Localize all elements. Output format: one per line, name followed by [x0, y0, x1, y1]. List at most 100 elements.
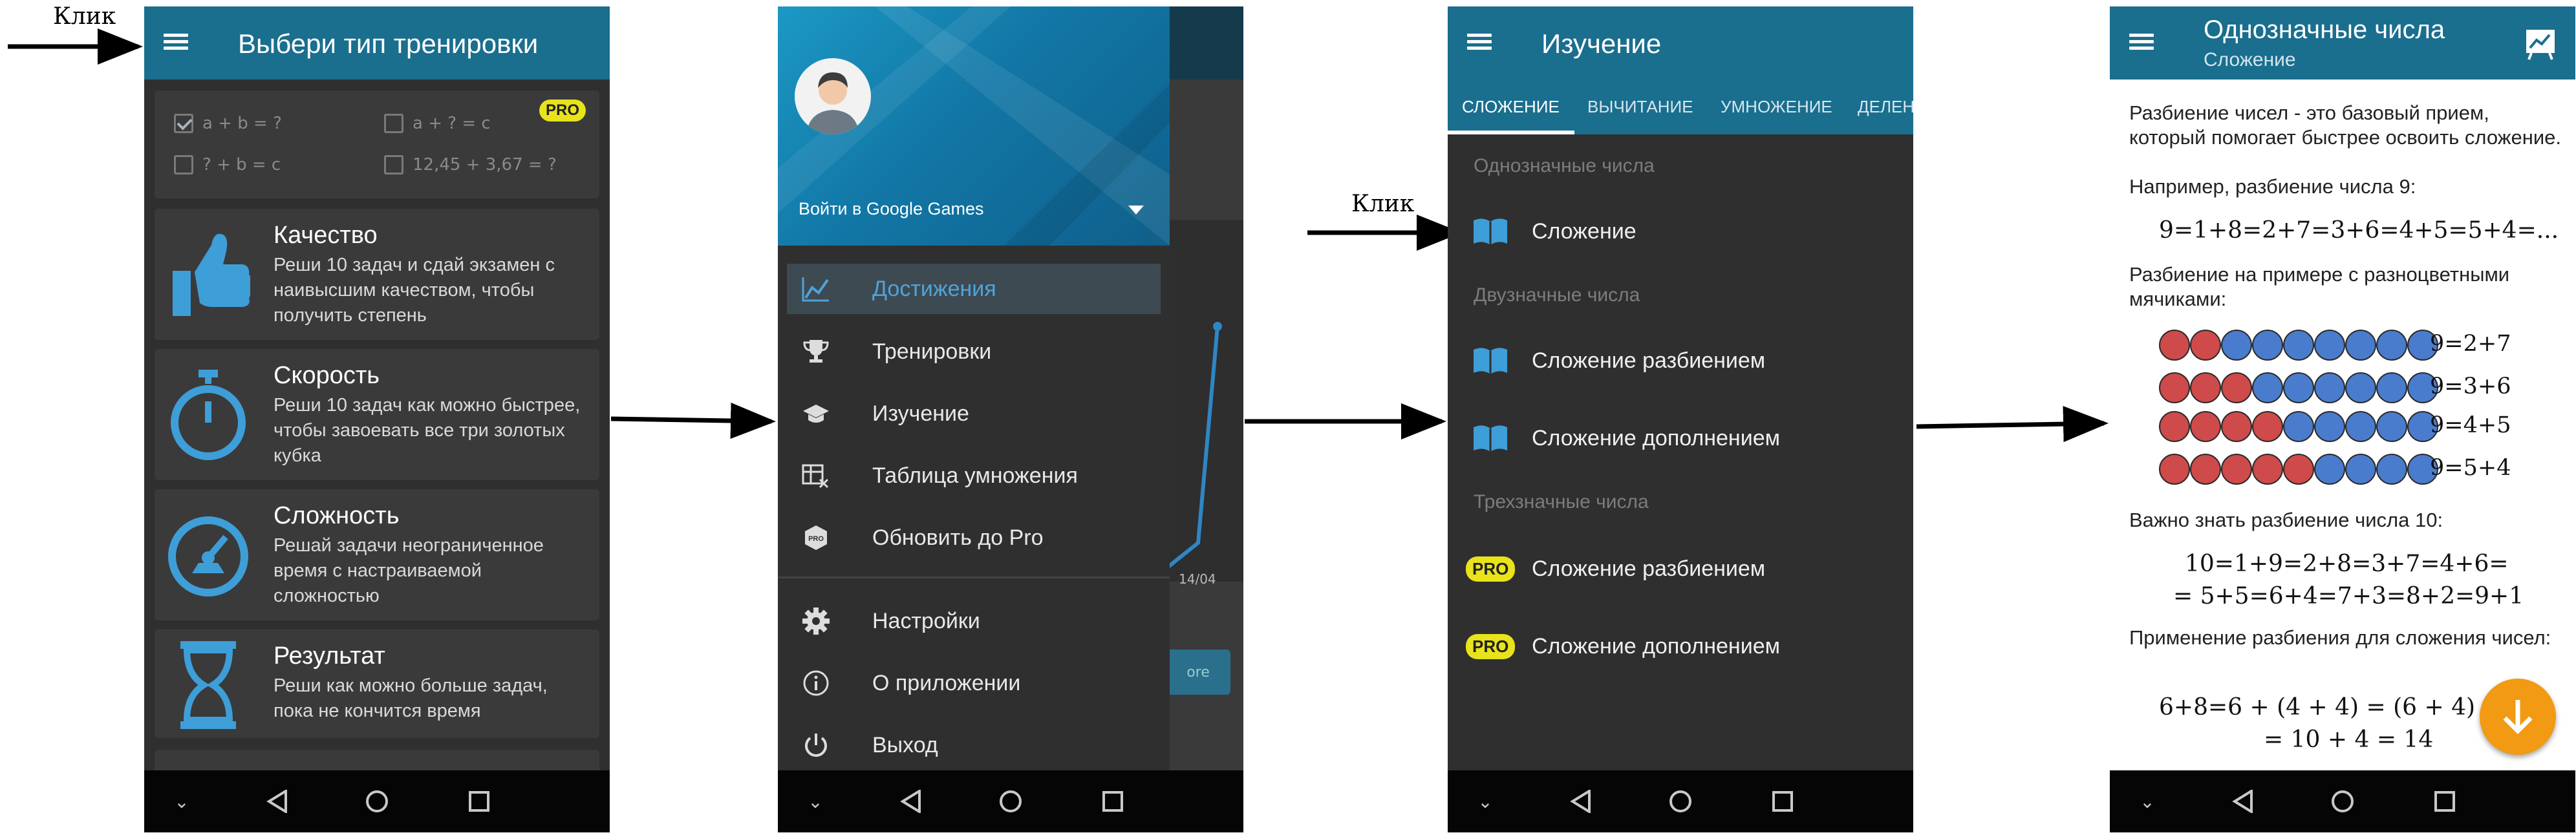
ball-equation: 9=5+4 [2430, 455, 2511, 481]
lesson-label: Сложение разбиением [1532, 348, 1766, 373]
checkbox-icon[interactable] [384, 155, 403, 174]
home-icon[interactable] [2323, 770, 2362, 832]
recents-icon[interactable] [1093, 770, 1132, 832]
chart-date: 14/04 [1179, 571, 1216, 587]
card-description: Реши 10 задач как можно быстрее, чтобы з… [274, 395, 581, 466]
lesson-item-pro[interactable]: PRO Сложение разбиением [1448, 543, 1913, 595]
chart-board-icon[interactable] [2524, 27, 2557, 61]
hourglass-icon [166, 639, 250, 735]
checkbox-icon[interactable] [174, 155, 193, 174]
chevron-down-icon[interactable]: ⌄ [802, 770, 828, 832]
back-icon[interactable] [892, 770, 930, 832]
pro-badge: PRO [1466, 549, 1516, 588]
blue-ball [2252, 330, 2283, 361]
menu-icon[interactable] [1467, 31, 1493, 52]
screen-lesson: Однозначные числа Сложение Разбиение чис… [2110, 6, 2575, 832]
page-title: Выбери тип тренировки [238, 28, 539, 59]
drawer-item-about[interactable]: О приложении [787, 658, 1161, 708]
checkbox-icon[interactable] [384, 114, 403, 133]
recents-icon[interactable] [460, 770, 499, 832]
lesson-item[interactable]: Сложение разбиением [1448, 335, 1913, 386]
drawer-item-learning[interactable]: Изучение [787, 388, 1161, 439]
card-speed[interactable]: Скорость Реши 10 задач как можно быстрее… [155, 349, 599, 480]
drawer-item-upgrade-pro[interactable]: PRO Обновить до Pro [787, 513, 1161, 563]
tab-indicator [1448, 131, 1574, 134]
red-ball [2283, 454, 2314, 485]
home-icon[interactable] [1661, 770, 1700, 832]
option-label: a + ? = c [413, 114, 491, 133]
drawer-item-label: Таблица умножения [872, 463, 1078, 488]
tab-division[interactable]: ДЕЛЕН [1858, 79, 1913, 134]
app-bar: Изучение [1448, 6, 1913, 79]
paragraph: Разбиение чисел - это базовый прием, кот… [2129, 101, 2562, 149]
lesson-label: Сложение разбиением [1532, 556, 1766, 581]
card-description: Решай задачи неограниченное время с наст… [274, 535, 544, 606]
back-icon[interactable] [2224, 770, 2262, 832]
red-ball [2252, 411, 2283, 442]
card-result[interactable]: Результат Реши как можно больше задач, п… [155, 629, 599, 738]
tab-addition[interactable]: СЛОЖЕНИЕ [1462, 79, 1560, 134]
formula: = 10 + 4 = 14 [2264, 726, 2434, 753]
avatar[interactable] [795, 58, 871, 134]
section-header: Трехзначные числа [1474, 491, 1649, 513]
chart-icon [800, 273, 832, 305]
drawer-item-achievements[interactable]: Достижения [787, 264, 1161, 314]
blue-ball [2376, 372, 2407, 403]
drawer-item-multiplication-table[interactable]: Таблица умножения [787, 450, 1161, 501]
system-nav-bar: ⌄ [778, 770, 1243, 832]
recents-icon[interactable] [1763, 770, 1802, 832]
recents-icon[interactable] [2425, 770, 2464, 832]
lesson-label: Сложение [1532, 218, 1637, 244]
blue-ball [2314, 454, 2345, 485]
drawer-item-exit[interactable]: Выход [787, 720, 1161, 770]
option-checkbox[interactable]: ? + b = c [174, 155, 281, 174]
red-ball [2252, 454, 2283, 485]
click-label-3: Клик [1351, 191, 1415, 217]
scroll-down-button[interactable] [2480, 679, 2556, 755]
card-quality[interactable]: Качество Реши 10 задач и сдай экзамен с … [155, 209, 599, 340]
card-title: Скорость [274, 362, 380, 389]
ball-row [2159, 411, 2438, 442]
paragraph: Разбиение на примере с разноцветными мяч… [2129, 263, 2510, 310]
chevron-down-icon[interactable]: ⌄ [169, 770, 195, 832]
checkbox-checked-icon[interactable] [174, 114, 193, 133]
graduation-cap-icon [800, 397, 832, 430]
tab-multiplication[interactable]: УМНОЖЕНИЕ [1721, 79, 1832, 134]
ball-row [2159, 372, 2438, 403]
thumbs-up-icon [166, 226, 252, 322]
menu-icon[interactable] [164, 31, 189, 52]
drawer-item-trainings[interactable]: Тренировки [787, 326, 1161, 377]
ball-equation: 9=2+7 [2430, 331, 2511, 357]
back-icon[interactable] [1562, 770, 1600, 832]
lesson-item[interactable]: Сложение [1448, 206, 1913, 257]
formula: 6+8=6 + (4 + 4) = (6 + 4) + [2159, 694, 2502, 721]
home-icon[interactable] [991, 770, 1030, 832]
blue-ball [2283, 330, 2314, 361]
equation-options: a + b = ? a + ? = c ? + b = c 12,45 + 3,… [155, 90, 599, 198]
chevron-down-icon[interactable]: ⌄ [2134, 770, 2160, 832]
navigation-drawer: Войти в Google Games Достижения Трениров… [778, 6, 1170, 770]
signin-label[interactable]: Войти в Google Games [799, 199, 984, 219]
tab-subtraction[interactable]: ВЫЧИТАНИЕ [1587, 79, 1693, 134]
blue-ball [2345, 372, 2376, 403]
pro-badge-label: PRO [1466, 633, 1516, 659]
drawer-header: Войти в Google Games [778, 6, 1170, 246]
option-checkbox[interactable]: a + b = ? [174, 114, 282, 133]
lesson-item-pro[interactable]: PRO Сложение дополнением [1448, 620, 1913, 672]
home-icon[interactable] [358, 770, 396, 832]
arrow-screen3-to-4 [1916, 406, 2109, 443]
lesson-item[interactable]: Сложение дополнением [1448, 412, 1913, 464]
paragraph: Применение разбиения для сложения чисел: [2129, 626, 2551, 649]
option-label: a + b = ? [202, 114, 282, 133]
card-difficulty[interactable]: Сложность Решай задачи неограниченное вр… [155, 489, 599, 620]
option-checkbox[interactable]: a + ? = c [384, 114, 491, 133]
dropdown-arrow-icon[interactable] [1128, 206, 1144, 216]
option-checkbox[interactable]: 12,45 + 3,67 = ? [384, 155, 557, 174]
back-icon[interactable] [258, 770, 297, 832]
drawer-item-settings[interactable]: Настройки [787, 596, 1161, 646]
chevron-down-icon[interactable]: ⌄ [1472, 770, 1498, 832]
card-title: Сложность [274, 502, 400, 529]
tab-bar: СЛОЖЕНИЕ ВЫЧИТАНИЕ УМНОЖЕНИЕ ДЕЛЕН [1448, 79, 1913, 134]
blue-ball [2345, 454, 2376, 485]
menu-icon[interactable] [2129, 31, 2155, 52]
